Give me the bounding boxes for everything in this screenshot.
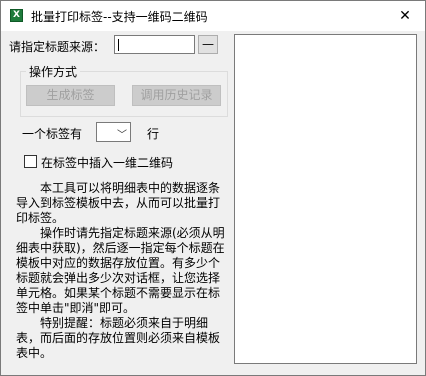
- source-label: 请指定标题来源：: [9, 40, 106, 54]
- operation-group-title: 操作方式: [26, 63, 81, 80]
- window-title: 批量打印标签--支持一维码二维码: [31, 10, 208, 24]
- rows-per-label-suffix: 行: [147, 127, 160, 141]
- select-range-button[interactable]: —: [198, 35, 218, 54]
- close-icon: ✕: [399, 8, 411, 24]
- help-paragraph-3: 特别提醒：标题必须来自于明细表，而后面的存放位置则必须来自模板表中。: [16, 316, 221, 360]
- insert-barcode-checkbox[interactable]: [24, 155, 37, 168]
- generate-labels-button[interactable]: 生成标签: [26, 85, 115, 106]
- title-bar: X 批量打印标签--支持一维码二维码 ✕: [1, 1, 425, 31]
- collapse-dialog-icon: —: [202, 37, 214, 51]
- help-paragraph-2: 操作时请先指定标题来源(必须从明细表中获取)，然后逐一指定每个标题在模板中对应的…: [16, 226, 225, 315]
- preview-panel: [234, 34, 417, 364]
- load-history-button[interactable]: 调用历史记录: [132, 85, 221, 106]
- chevron-down-icon: ﹀: [117, 130, 127, 141]
- help-text: 本工具可以将明细表中的数据逐条导入到标签模板中去，从而可以批量打印标签。 操作时…: [16, 181, 228, 361]
- rows-per-label-select[interactable]: ﹀: [96, 122, 131, 142]
- excel-app-icon: X: [10, 9, 23, 22]
- text-caret: [118, 39, 119, 51]
- close-button[interactable]: ✕: [385, 1, 425, 31]
- insert-barcode-label[interactable]: 在标签中插入一维二维码: [41, 154, 173, 171]
- rows-per-label-prefix: 一个标签有: [22, 127, 83, 141]
- source-input[interactable]: [114, 35, 195, 54]
- dialog-window: X 批量打印标签--支持一维码二维码 ✕ 请指定标题来源： — 操作方式 生成标…: [0, 0, 426, 376]
- help-paragraph-1: 本工具可以将明细表中的数据逐条导入到标签模板中去，从而可以批量打印标签。: [16, 181, 221, 225]
